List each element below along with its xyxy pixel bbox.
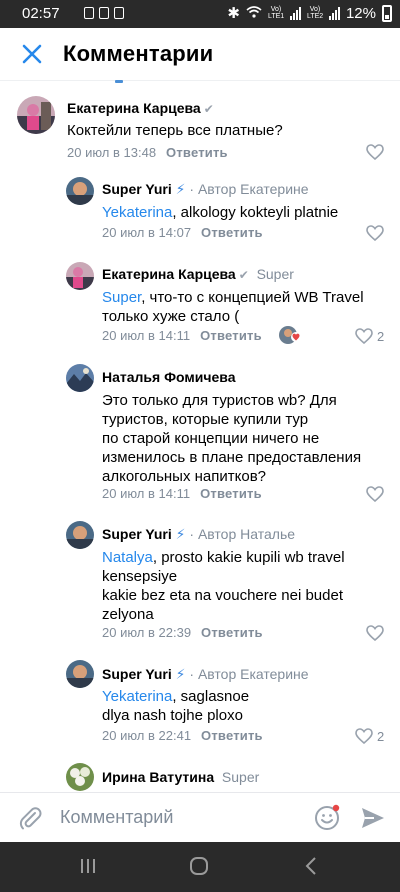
like-icon[interactable] bbox=[366, 225, 384, 241]
notification-icons bbox=[84, 7, 124, 19]
reply-button[interactable]: Ответить bbox=[201, 225, 263, 240]
home-icon[interactable] bbox=[189, 856, 209, 876]
page-title: Комментарии bbox=[63, 41, 214, 66]
comment-text: Super, что-то с концепцией WB Travel толь… bbox=[102, 289, 364, 325]
reply-button[interactable]: Ответить bbox=[201, 625, 263, 640]
comment-footer: 20 июл в 13:48 Ответить bbox=[67, 145, 228, 160]
like-icon[interactable] bbox=[355, 728, 373, 744]
comment-text: Коктейли теперь все платные? bbox=[67, 122, 283, 139]
comment-time: 20 июл в 14:07 bbox=[102, 225, 192, 240]
comment-text: Yekaterina, alkology kokteyli platnie bbox=[102, 204, 339, 221]
comment-author[interactable]: Екатерина Карцева ✔ bbox=[67, 100, 214, 116]
comment-author[interactable]: Наталья Фомичева bbox=[102, 369, 236, 385]
lightning-icon: ⚡ bbox=[175, 526, 186, 542]
comment-time: 20 июл в 22:41 bbox=[102, 728, 192, 743]
comment-text: Это только для туристов wb? Для туристов… bbox=[102, 392, 362, 485]
mention-link[interactable]: Yekaterina bbox=[102, 204, 172, 221]
mention-link[interactable]: Yekaterina bbox=[102, 688, 172, 705]
battery-icon bbox=[382, 4, 392, 22]
wifi-icon bbox=[246, 5, 262, 22]
reply-button[interactable]: Ответить bbox=[201, 728, 263, 743]
signal2-icon bbox=[328, 6, 340, 20]
notification-icon bbox=[99, 7, 109, 19]
header: Комментарии bbox=[0, 28, 400, 81]
comment-author[interactable]: Super Yuri ⚡ · Автор Екатерине bbox=[102, 666, 309, 683]
comment-time: 20 июл в 14:11 bbox=[102, 486, 191, 501]
mention-link[interactable]: Natalya bbox=[102, 549, 153, 566]
notification-icon bbox=[84, 7, 94, 19]
lte2-label: Vo) LTE2 bbox=[306, 6, 324, 20]
comment-author[interactable]: Ирина Ватутина Super bbox=[102, 769, 259, 785]
comment-footer: 20 июл в 22:39 Ответить bbox=[102, 625, 263, 640]
comment-footer: 20 июл в 14:11 Ответить bbox=[102, 328, 262, 343]
comment-input[interactable]: Комментарий bbox=[60, 807, 173, 828]
comment-time: 20 июл в 14:11 bbox=[102, 328, 191, 343]
close-icon[interactable] bbox=[20, 42, 44, 66]
avatar[interactable] bbox=[17, 96, 55, 134]
signal1-icon bbox=[289, 6, 301, 20]
comment-meta: · Автор Наталье bbox=[185, 526, 296, 542]
comment-footer: 20 июл в 14:11 Ответить bbox=[102, 486, 262, 501]
lte1-label: Vo) LTE1 bbox=[267, 6, 285, 20]
verified-icon: ✔ bbox=[203, 102, 214, 116]
comment-footer: 20 июл в 22:41 Ответить bbox=[102, 728, 263, 743]
like-count: 2 bbox=[377, 329, 385, 344]
comment-footer: 20 июл в 14:07 Ответить bbox=[102, 225, 263, 240]
battery-percent: 12% bbox=[345, 4, 376, 22]
comment-meta: Super bbox=[256, 266, 294, 282]
comment-text: Natalya, prosto kakie kupili wb travel k… bbox=[102, 549, 345, 623]
avatar[interactable] bbox=[66, 763, 94, 791]
status-bar: 02:57 ✱ Vo) LTE1 Vo) LTE2 12% bbox=[0, 0, 400, 28]
comment-text: Yekaterina, saglasnoe dlya nash tojhe pl… bbox=[102, 688, 250, 724]
like-icon[interactable] bbox=[355, 328, 373, 344]
verified-icon: ✔ bbox=[238, 268, 249, 282]
back-icon[interactable] bbox=[302, 856, 322, 876]
comment-author[interactable]: Super Yuri ⚡ · Автор Наталье bbox=[102, 526, 295, 543]
avatar[interactable] bbox=[66, 177, 94, 205]
mention-link[interactable]: Super bbox=[102, 289, 141, 306]
bluetooth-icon: ✱ bbox=[227, 5, 240, 22]
like-count: 2 bbox=[377, 729, 385, 744]
emoji-icon[interactable] bbox=[314, 804, 341, 831]
comment-time: 20 июл в 13:48 bbox=[67, 145, 157, 160]
send-icon[interactable] bbox=[360, 806, 386, 830]
comment-meta: · Автор Екатерине bbox=[185, 666, 309, 682]
system-nav-bar bbox=[0, 842, 400, 892]
recent-apps-icon[interactable] bbox=[78, 856, 98, 876]
comment-input-bar: Комментарий bbox=[0, 792, 400, 843]
lightning-icon: ⚡ bbox=[175, 181, 186, 197]
comment-meta: Super bbox=[221, 769, 260, 785]
comment-author[interactable]: Super Yuri ⚡ · Автор Екатерине bbox=[102, 181, 309, 198]
header-divider bbox=[0, 80, 400, 81]
status-right: ✱ Vo) LTE1 Vo) LTE2 12% bbox=[227, 4, 392, 22]
reply-button[interactable]: Ответить bbox=[166, 145, 228, 160]
lightning-icon: ⚡ bbox=[175, 666, 186, 682]
reply-button[interactable]: Ответить bbox=[200, 328, 262, 343]
comment-time: 20 июл в 22:39 bbox=[102, 625, 192, 640]
status-time: 02:57 bbox=[22, 5, 60, 22]
notification-icon bbox=[114, 7, 124, 19]
comment-author[interactable]: Екатерина Карцева ✔ Super bbox=[102, 266, 294, 282]
avatar[interactable] bbox=[66, 364, 94, 392]
avatar[interactable] bbox=[66, 660, 94, 688]
reply-button[interactable]: Ответить bbox=[200, 486, 262, 501]
like-icon[interactable] bbox=[366, 144, 384, 160]
comment-meta: · Автор Екатерине bbox=[185, 181, 309, 197]
like-icon[interactable] bbox=[366, 486, 384, 502]
avatar[interactable] bbox=[66, 521, 94, 549]
heart-badge-icon bbox=[291, 332, 301, 342]
avatar[interactable] bbox=[66, 262, 94, 290]
like-icon[interactable] bbox=[366, 625, 384, 641]
scroll-indicator bbox=[115, 80, 123, 83]
attach-icon[interactable] bbox=[18, 805, 42, 831]
